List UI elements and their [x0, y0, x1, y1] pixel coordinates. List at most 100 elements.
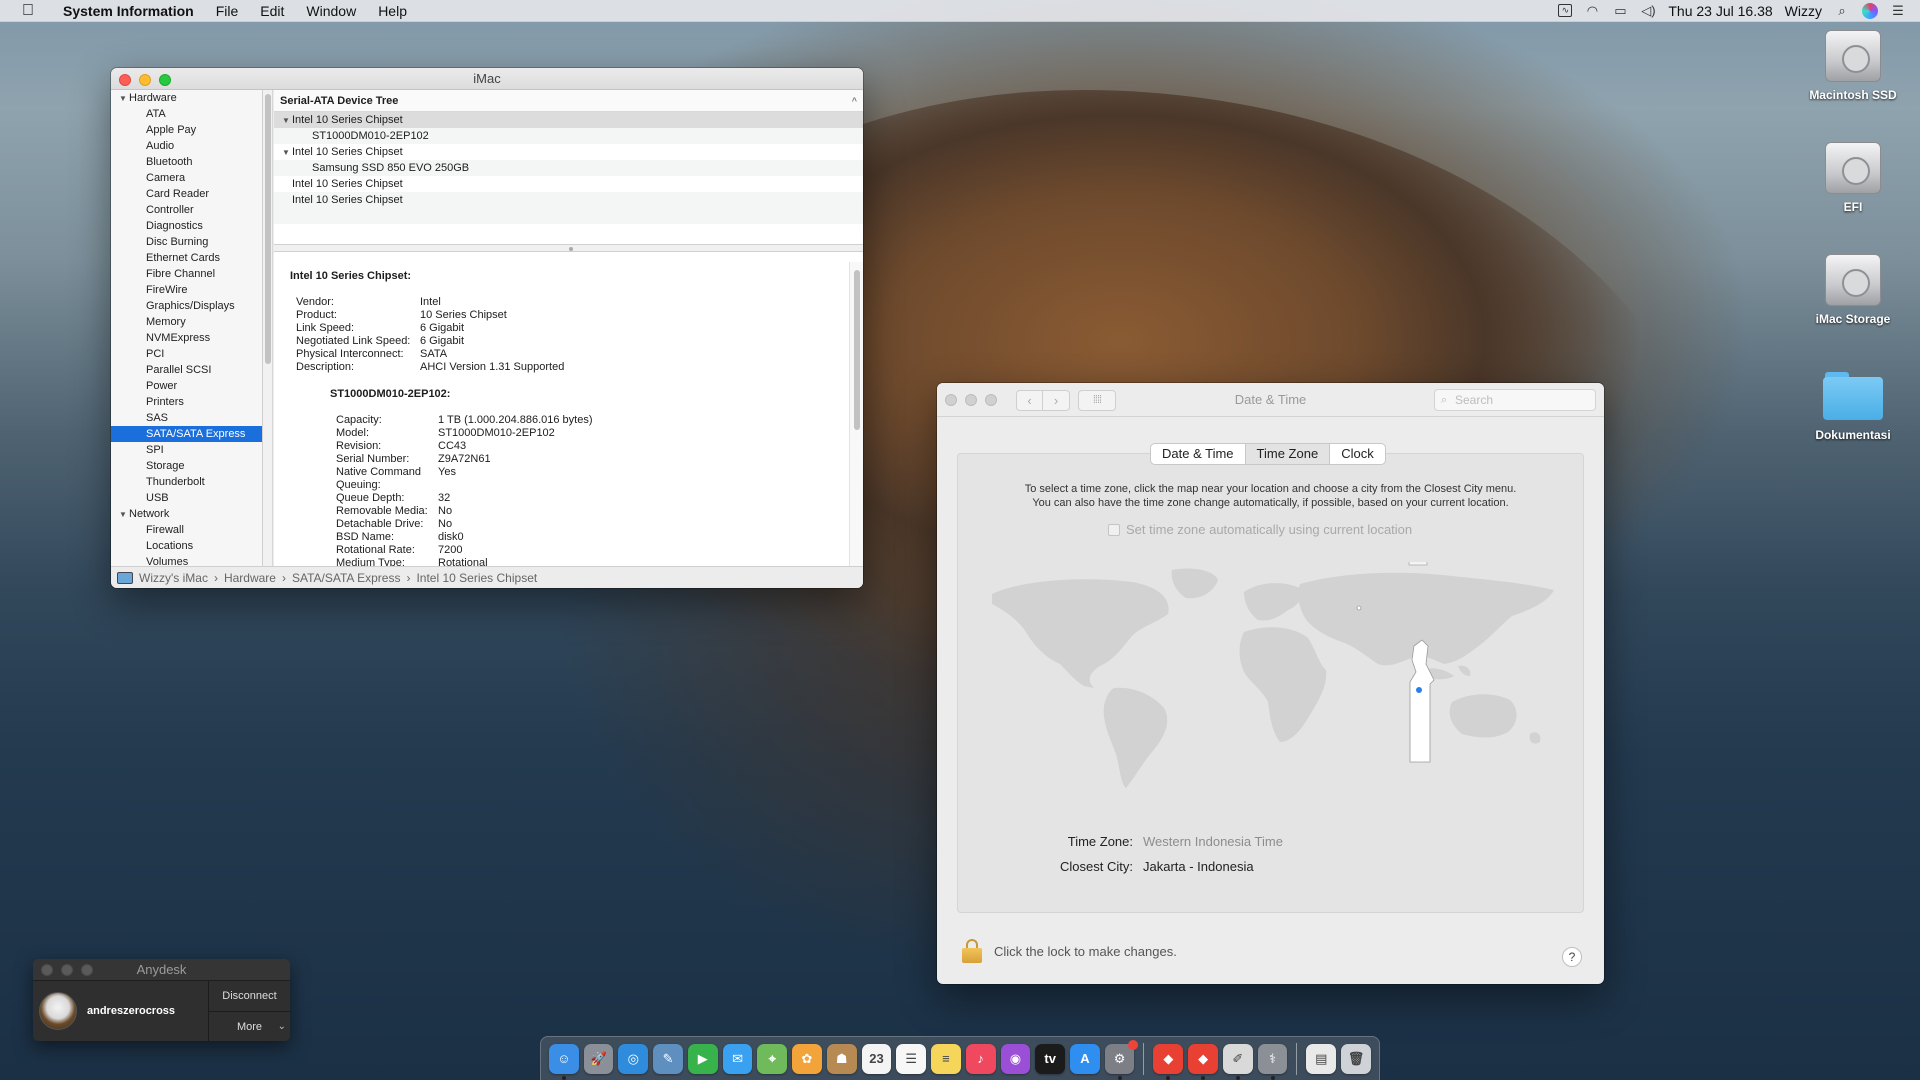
- disconnect-button[interactable]: Disconnect: [209, 981, 290, 1012]
- sidebar-item[interactable]: Volumes: [111, 554, 262, 566]
- sidebar-item[interactable]: Apple Pay: [111, 122, 262, 138]
- launchpad-icon[interactable]: 🚀: [583, 1043, 614, 1074]
- sidebar-item[interactable]: Ethernet Cards: [111, 250, 262, 266]
- minimize-button[interactable]: [61, 964, 73, 976]
- minimize-button[interactable]: [139, 74, 151, 86]
- search-field[interactable]: ⌕ Search: [1434, 389, 1596, 411]
- tree-row[interactable]: Intel 10 Series Chipset: [274, 176, 863, 192]
- disclosure-triangle-icon[interactable]: ▼: [119, 507, 129, 523]
- help-button[interactable]: ?: [1562, 947, 1582, 967]
- tree-row[interactable]: Samsung SSD 850 EVO 250GB: [274, 160, 863, 176]
- activity-monitor-icon[interactable]: ∿: [1558, 4, 1573, 17]
- sidebar-item[interactable]: Storage: [111, 458, 262, 474]
- anydesk-titlebar[interactable]: Anydesk: [33, 959, 290, 981]
- disclosure-triangle-icon[interactable]: ▼: [282, 145, 292, 161]
- path-item[interactable]: Hardware: [224, 571, 276, 585]
- sidebar-item[interactable]: Audio: [111, 138, 262, 154]
- window-menu[interactable]: Window: [295, 0, 367, 22]
- tab-clock[interactable]: Clock: [1330, 444, 1385, 464]
- help-menu[interactable]: Help: [367, 0, 418, 22]
- system-preferences-icon[interactable]: ⚙: [1104, 1039, 1139, 1080]
- sidebar-item[interactable]: Graphics/Displays: [111, 298, 262, 314]
- system-information-icon[interactable]: ⚕: [1257, 1043, 1288, 1080]
- airplay-icon[interactable]: ▭: [1612, 3, 1628, 18]
- close-button[interactable]: [41, 964, 53, 976]
- trash-icon[interactable]: 🗑: [1341, 1043, 1371, 1074]
- lock-icon[interactable]: [962, 939, 982, 963]
- sidebar-item[interactable]: PCI: [111, 346, 262, 362]
- safari-icon[interactable]: ◎: [618, 1043, 649, 1074]
- tree-row[interactable]: ST1000DM010-2EP102: [274, 128, 863, 144]
- forward-button[interactable]: ›: [1043, 390, 1070, 411]
- apple-menu-icon[interactable]: : [18, 2, 38, 20]
- file-menu[interactable]: File: [205, 0, 250, 22]
- close-button[interactable]: [945, 394, 957, 406]
- music-icon[interactable]: ♪: [965, 1043, 996, 1074]
- contacts-icon[interactable]: ☗: [826, 1043, 857, 1074]
- apple-tv-icon[interactable]: tv: [1035, 1043, 1066, 1074]
- sidebar-item[interactable]: FireWire: [111, 282, 262, 298]
- auto-time-zone-checkbox[interactable]: Set time zone automatically using curren…: [1108, 522, 1412, 537]
- checkbox-icon[interactable]: [1108, 523, 1120, 536]
- app-menu[interactable]: System Information: [52, 0, 205, 22]
- script-editor-icon[interactable]: ✐: [1222, 1043, 1253, 1080]
- tree-row[interactable]: ▼ Intel 10 Series Chipset: [274, 144, 863, 160]
- preview-icon[interactable]: ✎: [653, 1043, 683, 1074]
- desktop-icon-macintosh-ssd[interactable]: Macintosh SSD: [1793, 30, 1913, 102]
- path-item[interactable]: SATA/SATA Express: [292, 571, 400, 585]
- app-store-icon[interactable]: A: [1070, 1043, 1100, 1074]
- messages-icon[interactable]: ✉: [722, 1043, 753, 1074]
- sidebar-scrollbar[interactable]: [263, 90, 273, 566]
- path-item[interactable]: Wizzy's iMac: [139, 571, 208, 585]
- remote-icon[interactable]: ◆: [1188, 1043, 1218, 1080]
- sidebar-item[interactable]: ATA: [111, 106, 262, 122]
- path-item[interactable]: Intel 10 Series Chipset: [416, 571, 537, 585]
- reminders-icon[interactable]: ☰: [896, 1043, 927, 1074]
- pane-splitter[interactable]: [274, 244, 863, 252]
- wifi-icon[interactable]: ◠: [1584, 3, 1600, 18]
- siri-icon[interactable]: [1862, 2, 1878, 19]
- zoom-button[interactable]: [81, 964, 93, 976]
- edit-menu[interactable]: Edit: [249, 0, 295, 22]
- sidebar-item[interactable]: Thunderbolt: [111, 474, 262, 490]
- sidebar-item[interactable]: Printers: [111, 394, 262, 410]
- device-tree-header[interactable]: Serial-ATA Device Tree ^: [274, 90, 863, 112]
- spotlight-search-icon[interactable]: ⌕: [1834, 3, 1850, 18]
- sidebar-group[interactable]: ▼ Hardware: [111, 90, 262, 106]
- notification-center-icon[interactable]: ☰: [1890, 3, 1906, 18]
- volume-icon[interactable]: ◁): [1640, 3, 1656, 18]
- sidebar-item[interactable]: Power: [111, 378, 262, 394]
- date-time-titlebar[interactable]: Date & Time ‹ › ⁞⁞⁞⁞ ⌕ Search: [937, 383, 1604, 417]
- sidebar-item[interactable]: Memory: [111, 314, 262, 330]
- sidebar-item[interactable]: USB: [111, 490, 262, 506]
- photos-icon[interactable]: ✿: [792, 1043, 822, 1074]
- sidebar-item[interactable]: Firewall: [111, 522, 262, 538]
- document-icon[interactable]: ▤: [1306, 1043, 1337, 1074]
- anydesk-icon[interactable]: ◆: [1153, 1043, 1184, 1080]
- closest-city-select[interactable]: Jakarta - Indonesia: [1143, 857, 1254, 877]
- more-button[interactable]: More ⌄: [209, 1012, 290, 1041]
- disclosure-triangle-icon[interactable]: ▼: [119, 91, 129, 107]
- calendar-icon[interactable]: 23: [861, 1043, 892, 1074]
- tab-date-time[interactable]: Date & Time: [1151, 444, 1246, 464]
- sidebar-item[interactable]: SATA/SATA Express: [111, 426, 262, 442]
- sidebar-group[interactable]: ▼ Network: [111, 506, 262, 522]
- tree-row[interactable]: ▼ Intel 10 Series Chipset: [274, 112, 863, 128]
- facetime-icon[interactable]: ▶: [687, 1043, 718, 1074]
- close-button[interactable]: [119, 74, 131, 86]
- finder-icon[interactable]: ☺: [549, 1043, 579, 1080]
- tree-row[interactable]: Intel 10 Series Chipset: [274, 192, 863, 208]
- world-map[interactable]: [982, 562, 1562, 792]
- podcasts-icon[interactable]: ◉: [1000, 1043, 1031, 1074]
- sidebar-item[interactable]: Camera: [111, 170, 262, 186]
- sysinfo-titlebar[interactable]: iMac: [111, 68, 863, 90]
- sidebar-item[interactable]: Fibre Channel: [111, 266, 262, 282]
- sidebar-item[interactable]: Disc Burning: [111, 234, 262, 250]
- desktop-icon-efi[interactable]: EFI: [1793, 142, 1913, 214]
- disclosure-triangle-icon[interactable]: ▼: [282, 113, 292, 129]
- sidebar-item[interactable]: SPI: [111, 442, 262, 458]
- sidebar-item[interactable]: Controller: [111, 202, 262, 218]
- sidebar-item[interactable]: Card Reader: [111, 186, 262, 202]
- user-menu[interactable]: Wizzy: [1785, 3, 1822, 19]
- show-all-grid-icon[interactable]: ⁞⁞⁞⁞: [1078, 390, 1116, 411]
